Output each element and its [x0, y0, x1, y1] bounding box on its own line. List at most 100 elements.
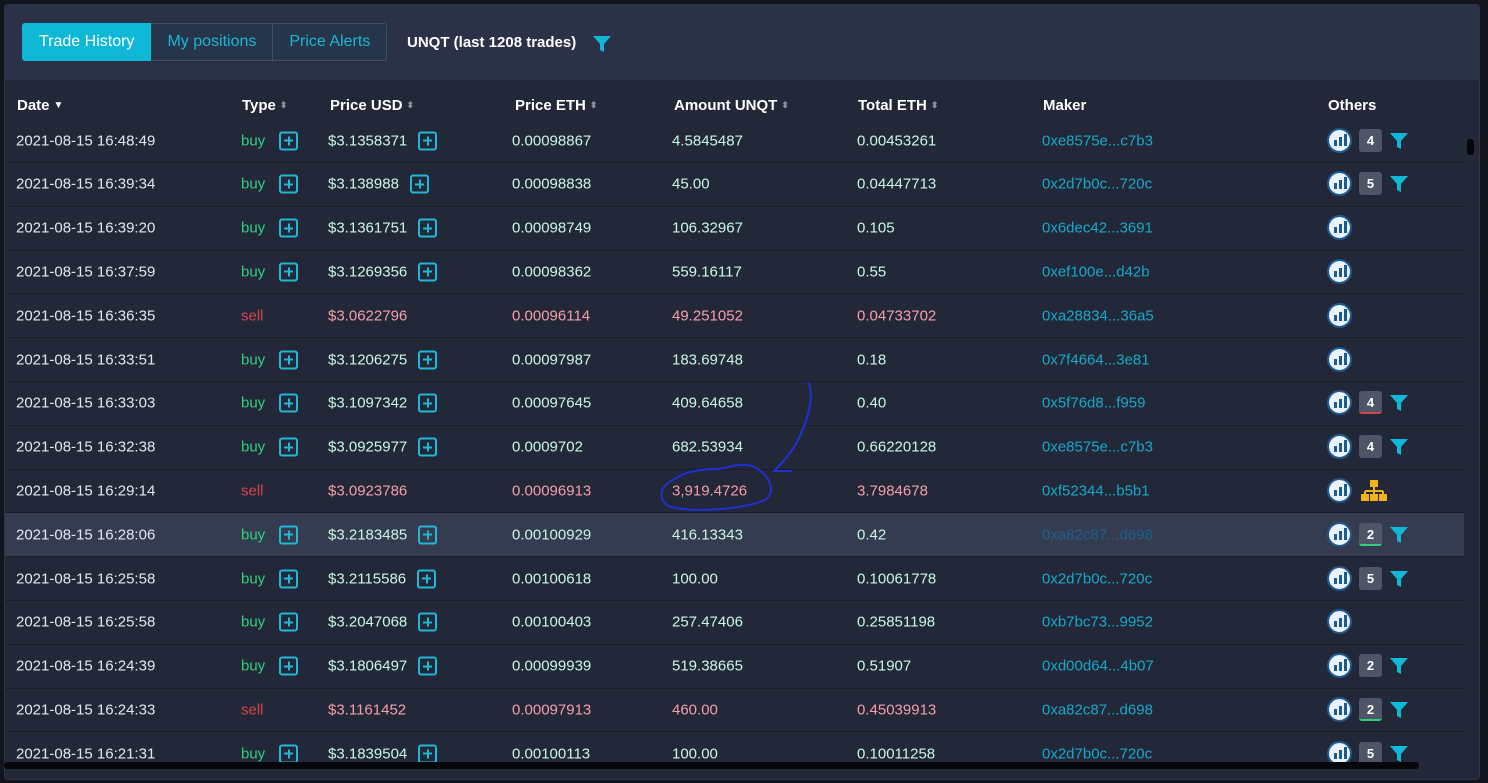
chart-icon[interactable] — [1327, 565, 1352, 591]
table-row[interactable]: 2021-08-15 16:39:34 buy $3.138988 0.0009883… — [5, 163, 1464, 207]
sitemap-icon[interactable] — [1361, 479, 1387, 503]
tab-trade-history[interactable]: Trade History — [22, 23, 152, 61]
col-amount[interactable]: Amount UNQT ⬍ — [674, 97, 789, 114]
table-row[interactable]: 2021-08-15 16:36:35 sell $3.0622796 0.00096… — [5, 294, 1464, 339]
tab-price-alerts[interactable]: Price Alerts — [273, 23, 388, 61]
trade-date: 2021-08-15 16:25:58 — [16, 613, 156, 631]
chart-icon[interactable] — [1327, 302, 1352, 328]
chart-icon[interactable] — [1327, 609, 1352, 635]
maker-link[interactable]: 0x5f76d8...f959 — [1042, 395, 1145, 412]
maker-link[interactable]: 0xf52344...b5b1 — [1042, 482, 1150, 499]
trade-count-badge[interactable]: 5 — [1359, 566, 1382, 590]
maker-link[interactable]: 0xb7bc73...9952 — [1042, 614, 1153, 631]
chart-icon[interactable] — [1327, 258, 1352, 284]
col-date[interactable]: Date ▼ — [17, 97, 63, 114]
maker-link[interactable]: 0xa82c87...d698 — [1042, 526, 1153, 543]
table-row[interactable]: 2021-08-15 16:33:51 buy $3.1206275 0.000979… — [5, 338, 1464, 382]
filter-icon[interactable] — [1389, 174, 1409, 194]
add-icon[interactable] — [279, 131, 298, 150]
maker-link[interactable]: 0x2d7b0c...720c — [1042, 570, 1152, 587]
price-usd: $3.1206275 — [328, 351, 408, 368]
chart-icon[interactable] — [1327, 215, 1352, 241]
add-icon[interactable] — [279, 525, 298, 545]
table-row[interactable]: 2021-08-15 16:39:20 buy $3.1361751 0.000987… — [5, 207, 1464, 251]
filter-icon[interactable] — [592, 34, 612, 54]
maker-link[interactable]: 0xe8575e...c7b3 — [1042, 439, 1153, 456]
chart-icon[interactable] — [1327, 653, 1352, 679]
add-icon[interactable] — [279, 174, 298, 194]
table-row[interactable]: 2021-08-15 16:29:14 sell $3.0923786 0.00096… — [5, 469, 1464, 514]
filter-icon[interactable] — [1389, 744, 1409, 764]
table-row[interactable]: 2021-08-15 16:25:58 buy $3.2115586 0.001006… — [5, 557, 1464, 601]
chart-icon[interactable] — [1327, 477, 1352, 503]
add-icon[interactable] — [418, 218, 437, 238]
filter-icon[interactable] — [1389, 525, 1409, 545]
trade-count-badge[interactable]: 4 — [1359, 435, 1382, 459]
col-total-eth[interactable]: Total ETH ⬍ — [858, 97, 938, 114]
tab-my-positions[interactable]: My positions — [151, 23, 274, 61]
add-icon[interactable] — [279, 262, 298, 282]
table-row[interactable]: 2021-08-15 16:37:59 buy $3.1269356 0.000983… — [5, 250, 1464, 295]
add-icon[interactable] — [279, 612, 298, 632]
chart-icon[interactable] — [1327, 127, 1352, 153]
chart-icon[interactable] — [1327, 434, 1352, 460]
add-icon[interactable] — [279, 569, 298, 588]
maker-link[interactable]: 0x6dec42...3691 — [1042, 220, 1153, 237]
chart-icon[interactable] — [1327, 171, 1352, 197]
maker-link[interactable]: 0xa82c87...d698 — [1042, 701, 1153, 718]
add-icon[interactable] — [418, 744, 437, 764]
add-icon[interactable] — [279, 656, 298, 676]
filter-icon[interactable] — [1389, 569, 1409, 589]
add-icon[interactable] — [279, 393, 298, 413]
horizontal-scrollbar[interactable] — [4, 762, 1419, 769]
vertical-scrollbar[interactable] — [1467, 139, 1474, 155]
trade-count-badge[interactable]: 2 — [1359, 522, 1382, 546]
maker-link[interactable]: 0x7f4664...3e81 — [1042, 351, 1150, 368]
trade-count-badge[interactable]: 4 — [1359, 128, 1382, 152]
table-row[interactable]: 2021-08-15 16:25:58 buy $3.2047068 0.001004… — [5, 601, 1464, 645]
chart-icon[interactable] — [1327, 346, 1352, 372]
add-icon[interactable] — [417, 569, 436, 588]
maker-link[interactable]: 0xe8575e...c7b3 — [1042, 132, 1153, 149]
trade-count-badge[interactable]: 2 — [1359, 654, 1382, 678]
add-icon[interactable] — [410, 174, 429, 194]
table-row[interactable]: 2021-08-15 16:33:03 buy $3.1097342 0.000976… — [5, 382, 1464, 426]
filter-icon[interactable] — [1389, 437, 1409, 457]
add-icon[interactable] — [279, 437, 298, 457]
maker-link[interactable]: 0xd00d64...4b07 — [1042, 658, 1154, 675]
maker-link[interactable]: 0x2d7b0c...720c — [1042, 745, 1152, 762]
add-icon[interactable] — [418, 350, 437, 369]
col-price-usd[interactable]: Price USD ⬍ — [330, 97, 414, 114]
add-icon[interactable] — [418, 262, 437, 282]
maker-link[interactable]: 0xa28834...36a5 — [1042, 307, 1154, 324]
add-icon[interactable] — [279, 350, 298, 369]
add-icon[interactable] — [279, 744, 298, 764]
add-icon[interactable] — [418, 525, 437, 545]
add-icon[interactable] — [418, 393, 437, 413]
add-icon[interactable] — [418, 612, 437, 632]
maker-link[interactable]: 0x2d7b0c...720c — [1042, 176, 1152, 193]
maker-link[interactable]: 0xef100e...d42b — [1042, 263, 1150, 280]
col-type[interactable]: Type ⬍ — [242, 97, 287, 114]
filter-icon[interactable] — [1389, 131, 1409, 151]
add-icon[interactable] — [418, 131, 437, 150]
table-row[interactable]: 2021-08-15 16:48:49 buy $3.1358371 0.000988… — [5, 121, 1464, 163]
chart-icon[interactable] — [1327, 521, 1352, 547]
trade-count-badge[interactable]: 2 — [1359, 697, 1382, 721]
table-row[interactable]: 2021-08-15 16:24:39 buy $3.1806497 0.000999… — [5, 645, 1464, 689]
table-row[interactable]: 2021-08-15 16:21:31 buy $3.1839504 0.001001… — [5, 732, 1464, 766]
add-icon[interactable] — [418, 656, 437, 676]
table-row[interactable]: 2021-08-15 16:32:38 buy $3.0925977 0.000970… — [5, 426, 1464, 470]
filter-icon[interactable] — [1389, 700, 1409, 720]
table-row[interactable]: 2021-08-15 16:28:06 buy $3.2183485 0.001009… — [5, 513, 1464, 558]
chart-icon[interactable] — [1327, 696, 1352, 722]
trade-count-badge[interactable]: 4 — [1359, 391, 1382, 415]
add-icon[interactable] — [418, 437, 437, 457]
filter-icon[interactable] — [1389, 393, 1409, 413]
chart-icon[interactable] — [1327, 390, 1352, 416]
filter-icon[interactable] — [1389, 656, 1409, 676]
col-price-eth[interactable]: Price ETH ⬍ — [515, 97, 597, 114]
table-row[interactable]: 2021-08-15 16:24:33 sell $3.1161452 0.00097… — [5, 688, 1464, 733]
trade-count-badge[interactable]: 5 — [1359, 172, 1382, 196]
add-icon[interactable] — [279, 218, 298, 238]
